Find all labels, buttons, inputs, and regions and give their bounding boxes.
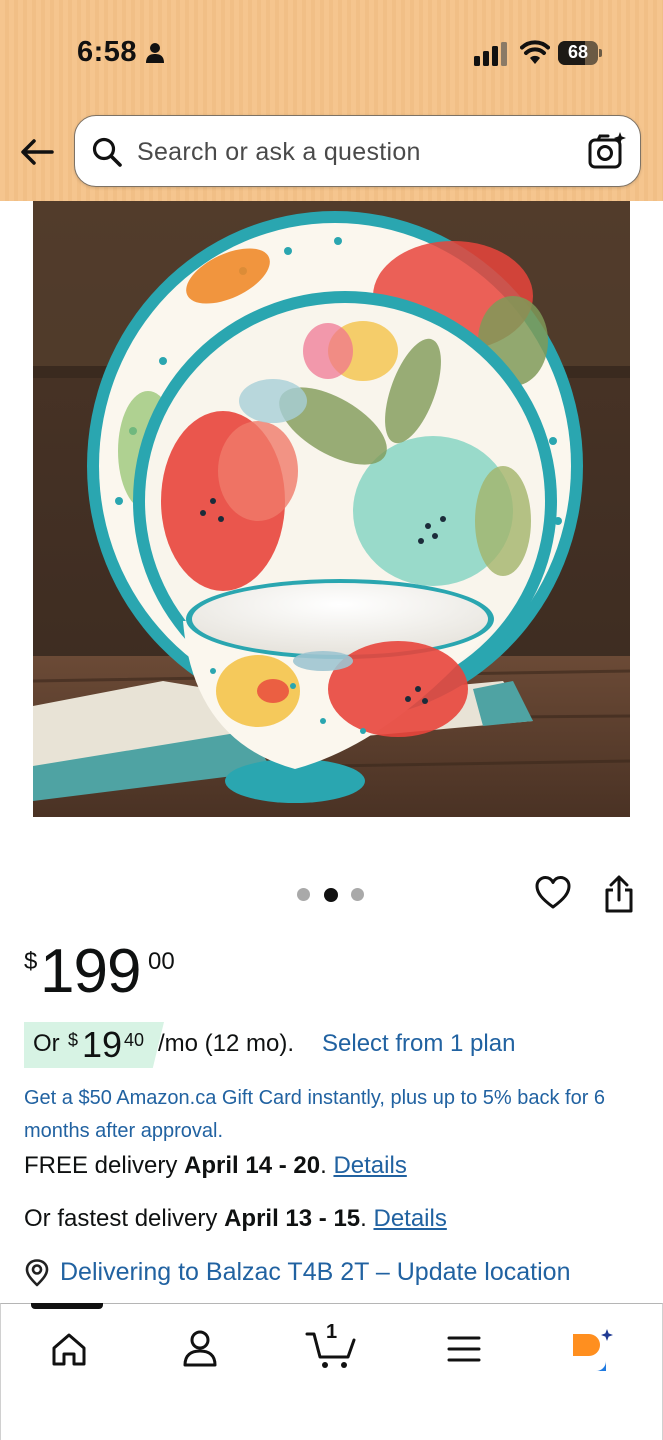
rufus-ai-icon[interactable] [569,1326,619,1372]
installment-term: /mo (12 mo). [158,1030,295,1057]
gift-card-offer-link[interactable]: Get a $50 Amazon.ca Gift Card instantly,… [24,1082,634,1148]
installment-offer: Or $ 19 40 /mo (12 mo). Select from 1 pl… [24,1022,644,1068]
cellular-signal-icon [474,42,507,66]
search-input[interactable]: Search or ask a question [74,115,641,187]
camera-search-icon[interactable] [587,131,627,171]
battery-indicator: 68 [558,41,602,65]
installment-or: Or [33,1030,60,1057]
dinnerware-set-image [33,201,630,817]
carousel-dot[interactable] [351,888,364,901]
select-plan-link[interactable]: Select from 1 plan [322,1030,515,1058]
installment-fraction: 40 [124,1030,145,1050]
product-image[interactable] [33,201,630,817]
free-delivery-info: FREE delivery April 14 - 20. Details [24,1152,407,1180]
active-tab-indicator [31,1303,103,1309]
wifi-icon [520,40,550,64]
search-placeholder: Search or ask a question [137,138,421,166]
fastest-delivery-dates: April 13 - 15 [224,1205,361,1232]
delivery-location-link[interactable]: Delivering to Balzac T4B 2T – Update loc… [60,1258,570,1287]
menu-icon[interactable] [439,1326,489,1372]
delivery-location[interactable]: Delivering to Balzac T4B 2T – Update loc… [24,1256,644,1290]
share-icon[interactable] [602,874,636,914]
price-currency-symbol: $ [24,948,38,975]
free-delivery-details-link[interactable]: Details [333,1152,406,1179]
price-whole: 199 [40,937,141,1006]
cart-button[interactable]: 1 [304,1321,360,1372]
free-delivery-period: . [320,1152,327,1179]
cart-count: 1 [326,1321,338,1343]
installment-whole: 19 [82,1024,123,1065]
free-delivery-dates: April 14 - 20 [184,1152,321,1179]
person-icon [146,43,164,63]
bottom-navigation: 1 [0,1303,663,1440]
fastest-delivery-period: . [360,1205,367,1232]
status-time: 6:58 [77,36,138,68]
installment-currency-symbol: $ [68,1030,79,1050]
search-icon [92,137,122,167]
account-icon[interactable] [175,1326,225,1372]
carousel-dot-active[interactable] [324,887,338,902]
battery-level-text: 68 [567,42,589,62]
fastest-delivery-details-link[interactable]: Details [373,1205,446,1232]
fastest-delivery-label: Or fastest delivery [24,1205,218,1232]
free-delivery-label: FREE delivery [24,1152,178,1179]
carousel-dot[interactable] [297,888,310,901]
fastest-delivery-info: Or fastest delivery April 13 - 15. Detai… [24,1205,447,1233]
home-icon[interactable] [44,1326,94,1372]
location-pin-icon [25,1259,49,1287]
price-fraction: 00 [148,948,175,975]
back-arrow-button[interactable] [16,132,58,172]
app-header: 6:58 68 Search or ask a question [0,0,663,201]
status-bar: 6:58 68 [0,0,663,105]
heart-icon[interactable] [534,874,572,912]
